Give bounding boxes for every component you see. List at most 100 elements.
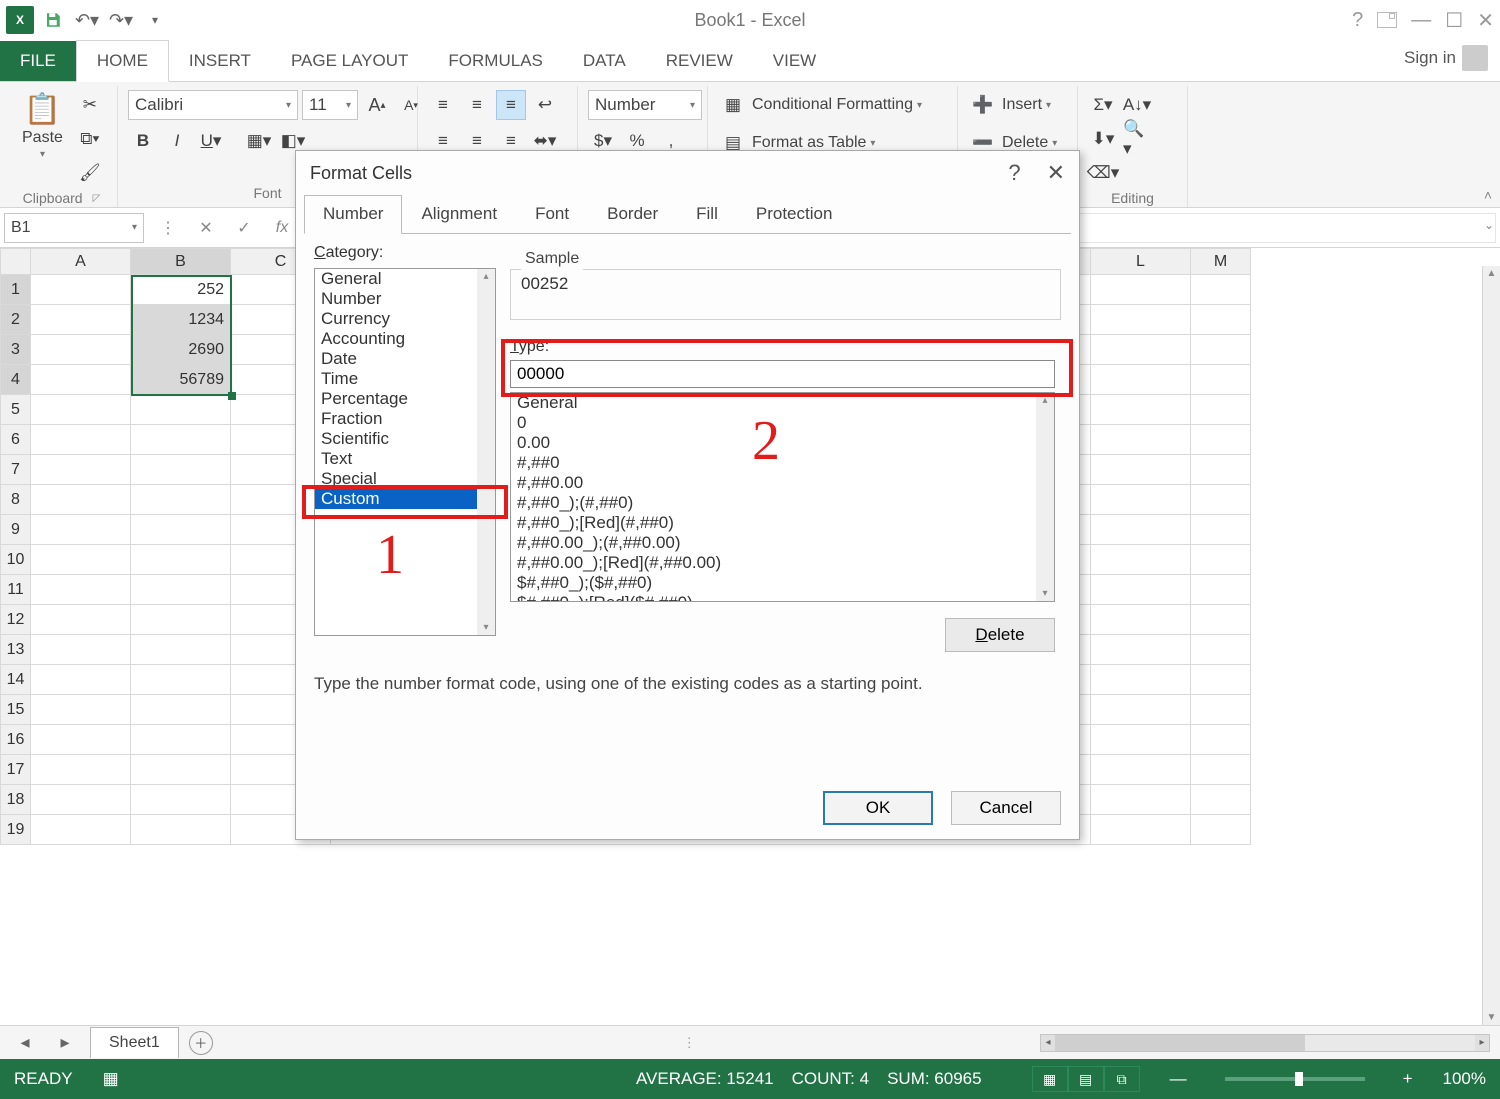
type-option-9[interactable]: $#,##0_);($#,##0) xyxy=(511,573,1054,593)
cell-B12[interactable] xyxy=(131,605,231,635)
dlg-tab-protection[interactable]: Protection xyxy=(737,195,852,233)
tab-data[interactable]: DATA xyxy=(563,41,646,81)
ok-button[interactable]: OK xyxy=(823,791,933,825)
tab-review[interactable]: REVIEW xyxy=(646,41,753,81)
sort-filter[interactable]: A↓▾ xyxy=(1122,90,1152,120)
qat-save[interactable] xyxy=(38,5,68,35)
category-date[interactable]: Date xyxy=(315,349,495,369)
cut-button[interactable]: ✂ xyxy=(75,90,105,120)
cell-B15[interactable] xyxy=(131,695,231,725)
cell-L3[interactable] xyxy=(1091,335,1191,365)
cell-M16[interactable] xyxy=(1191,725,1251,755)
row-12[interactable]: 12 xyxy=(1,605,31,635)
zoom-level[interactable]: 100% xyxy=(1443,1069,1486,1089)
type-option-3[interactable]: #,##0 xyxy=(511,453,1054,473)
borders-button[interactable]: ▦▾ xyxy=(244,126,274,156)
category-scientific[interactable]: Scientific xyxy=(315,429,495,449)
dlg-tab-font[interactable]: Font xyxy=(516,195,588,233)
category-general[interactable]: General xyxy=(315,269,495,289)
sheet-nav-next[interactable]: ▸ xyxy=(50,1028,80,1058)
cell-A19[interactable] xyxy=(31,815,131,845)
cell-A17[interactable] xyxy=(31,755,131,785)
fill-button[interactable]: ⬇▾ xyxy=(1088,124,1118,154)
category-currency[interactable]: Currency xyxy=(315,309,495,329)
close-icon[interactable]: ✕ xyxy=(1477,8,1494,33)
row-17[interactable]: 17 xyxy=(1,755,31,785)
row-13[interactable]: 13 xyxy=(1,635,31,665)
insert-cells[interactable]: ➕Insert▾ xyxy=(968,90,1051,120)
cell-A9[interactable] xyxy=(31,515,131,545)
new-sheet-button[interactable]: ＋ xyxy=(189,1031,213,1055)
col-A[interactable]: A xyxy=(31,249,131,275)
cell-M5[interactable] xyxy=(1191,395,1251,425)
cell-A2[interactable] xyxy=(31,305,131,335)
category-custom[interactable]: Custom xyxy=(315,489,495,509)
cell-M10[interactable] xyxy=(1191,545,1251,575)
enter-fx[interactable]: ✓ xyxy=(230,214,258,242)
cell-A3[interactable] xyxy=(31,335,131,365)
cell-M14[interactable] xyxy=(1191,665,1251,695)
underline-button[interactable]: U▾ xyxy=(196,126,226,156)
cell-B11[interactable] xyxy=(131,575,231,605)
cell-L14[interactable] xyxy=(1091,665,1191,695)
cell-M15[interactable] xyxy=(1191,695,1251,725)
row-15[interactable]: 15 xyxy=(1,695,31,725)
row-10[interactable]: 10 xyxy=(1,545,31,575)
cell-A16[interactable] xyxy=(31,725,131,755)
cell-M1[interactable] xyxy=(1191,275,1251,305)
cell-B6[interactable] xyxy=(131,425,231,455)
type-input[interactable] xyxy=(510,360,1055,388)
autosum[interactable]: Σ▾ xyxy=(1088,90,1118,120)
category-fraction[interactable]: Fraction xyxy=(315,409,495,429)
cell-L10[interactable] xyxy=(1091,545,1191,575)
cell-B9[interactable] xyxy=(131,515,231,545)
cell-B18[interactable] xyxy=(131,785,231,815)
cell-B1[interactable]: 252 xyxy=(131,275,231,305)
sign-in[interactable]: Sign in xyxy=(1392,35,1500,81)
dlg-tab-number[interactable]: Number xyxy=(304,195,402,234)
cell-A18[interactable] xyxy=(31,785,131,815)
category-time[interactable]: Time xyxy=(315,369,495,389)
font-name-combo[interactable]: Calibri▾ xyxy=(128,90,298,120)
expand-fx[interactable]: ⌄ xyxy=(1484,218,1494,232)
cell-B14[interactable] xyxy=(131,665,231,695)
row-9[interactable]: 9 xyxy=(1,515,31,545)
cell-L1[interactable] xyxy=(1091,275,1191,305)
row-5[interactable]: 5 xyxy=(1,395,31,425)
tab-insert[interactable]: INSERT xyxy=(169,41,271,81)
cell-L17[interactable] xyxy=(1091,755,1191,785)
category-number[interactable]: Number xyxy=(315,289,495,309)
cell-M8[interactable] xyxy=(1191,485,1251,515)
number-format-combo[interactable]: Number▾ xyxy=(588,90,702,120)
type-option-8[interactable]: #,##0.00_);[Red](#,##0.00) xyxy=(511,553,1054,573)
dialog-help-icon[interactable]: ? xyxy=(1008,160,1020,186)
qat-customize[interactable]: ▾ xyxy=(140,5,170,35)
cell-L12[interactable] xyxy=(1091,605,1191,635)
cell-L18[interactable] xyxy=(1091,785,1191,815)
category-text[interactable]: Text xyxy=(315,449,495,469)
conditional-formatting[interactable]: ▦Conditional Formatting▾ xyxy=(718,90,922,120)
bold-button[interactable]: B xyxy=(128,126,158,156)
wrap-text[interactable]: ↩ xyxy=(530,90,560,120)
cell-M4[interactable] xyxy=(1191,365,1251,395)
find-select[interactable]: 🔍▾ xyxy=(1122,124,1152,154)
cell-A5[interactable] xyxy=(31,395,131,425)
collapse-ribbon-icon[interactable]: ˄ xyxy=(1484,187,1492,203)
cell-L2[interactable] xyxy=(1091,305,1191,335)
category-accounting[interactable]: Accounting xyxy=(315,329,495,349)
cell-B16[interactable] xyxy=(131,725,231,755)
category-list[interactable]: GeneralNumberCurrencyAccountingDateTimeP… xyxy=(314,268,496,636)
cell-A11[interactable] xyxy=(31,575,131,605)
cell-A10[interactable] xyxy=(31,545,131,575)
tab-view[interactable]: VIEW xyxy=(753,41,836,81)
cell-A6[interactable] xyxy=(31,425,131,455)
cell-B3[interactable]: 2690 xyxy=(131,335,231,365)
type-option-4[interactable]: #,##0.00 xyxy=(511,473,1054,493)
delete-format-button[interactable]: Delete xyxy=(945,618,1055,652)
cell-B19[interactable] xyxy=(131,815,231,845)
row-18[interactable]: 18 xyxy=(1,785,31,815)
maximize-icon[interactable]: ☐ xyxy=(1445,8,1463,33)
type-option-1[interactable]: 0 xyxy=(511,413,1054,433)
cell-M19[interactable] xyxy=(1191,815,1251,845)
type-option-2[interactable]: 0.00 xyxy=(511,433,1054,453)
